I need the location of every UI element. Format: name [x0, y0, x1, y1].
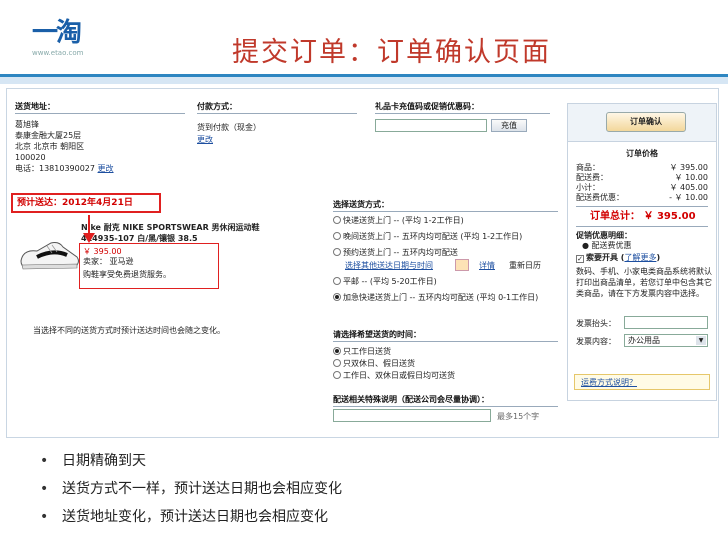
- shipping-option-2[interactable]: 晚间送货上门 -- 五环内均可配送 (平均 1-2工作日): [333, 231, 522, 242]
- title-divider: [0, 74, 728, 84]
- radio-icon[interactable]: [333, 248, 341, 256]
- checkbox-icon[interactable]: [576, 255, 584, 263]
- time-option-3[interactable]: 工作日、双休日或假日均可送货: [333, 370, 455, 381]
- invoice-learn-more-link[interactable]: 了解更多: [624, 253, 656, 262]
- chevron-down-icon[interactable]: ▼: [696, 336, 706, 345]
- address-phone: 电话：13810390027 更改: [15, 163, 114, 174]
- address-city: 北京 北京市 朝阳区: [15, 142, 85, 151]
- gift-code-input[interactable]: [375, 119, 487, 132]
- invoice-content-value: 办公用品: [628, 336, 660, 345]
- product-promo: 购鞋享受免费退货服务。: [83, 270, 171, 279]
- shipping-option-3[interactable]: 预约送货上门 -- 五环内均可配送: [333, 247, 458, 258]
- special-instructions-input[interactable]: [333, 409, 491, 422]
- address-building: 泰康金融大厦25层: [15, 131, 82, 140]
- shipping-note: 当选择不同的送货方式时预计送达时间也会随之变化。: [33, 326, 225, 335]
- phone-text: 电话：13810390027: [15, 164, 95, 173]
- time-option-2[interactable]: 只双休日、假日送货: [333, 358, 415, 369]
- order-total: 订单总计： ￥ 395.00: [590, 211, 696, 222]
- divider: [197, 113, 357, 114]
- tip-box: 运费方式说明？: [574, 374, 710, 390]
- shipping-header: 选择送货方式：: [333, 200, 389, 209]
- divider: [375, 113, 550, 114]
- divider: [333, 341, 558, 342]
- divider: [15, 113, 185, 114]
- order-confirm-screenshot: 送货地址： 葛旭锋 泰康金融大厦25层 北京 北京市 朝阳区 100020 电话…: [6, 88, 719, 438]
- invoice-content-select[interactable]: 办公用品 ▼: [624, 334, 708, 347]
- invoice-content-label: 发票内容：: [576, 337, 616, 346]
- bullet-item: 送货地址变化，预计送达日期也会相应变化: [40, 508, 342, 526]
- radio-icon[interactable]: [333, 359, 341, 367]
- line-value-discount: - ￥ 10.00: [669, 193, 708, 202]
- shipping-option-5[interactable]: 加急快递送货上门 -- 五环内均可配送 (平均 0-1工作日): [333, 292, 558, 303]
- order-summary-panel: 订单确认 订单价格 商品： ￥ 395.00 配送费： ￥ 10.00 小计： …: [567, 103, 717, 401]
- arrow-annotations: [83, 215, 95, 243]
- confirm-area: 订单确认: [568, 104, 716, 142]
- address-header: 送货地址：: [15, 102, 55, 111]
- address-change-link[interactable]: 更改: [98, 164, 114, 173]
- invoice-title-label: 发票抬头：: [576, 319, 616, 328]
- line-label-discount: 配送费优惠：: [576, 193, 624, 202]
- radio-icon[interactable]: [333, 277, 341, 285]
- address-name: 葛旭锋: [15, 120, 39, 129]
- payment-change-link[interactable]: 更改: [197, 134, 213, 145]
- char-limit-note: 最多15个字: [497, 412, 540, 421]
- address-zip: 100020: [15, 153, 46, 162]
- shipping-option-1[interactable]: 快递送货上门 -- (平均 1-2工作日): [333, 215, 464, 226]
- order-confirm-button[interactable]: 订单确认: [606, 112, 686, 132]
- divider: [576, 206, 708, 207]
- bullet-item: 送货方式不一样，预计送达日期也会相应变化: [40, 480, 342, 498]
- etao-logo: 一淘 www.etao.com: [32, 18, 96, 64]
- logo-url: www.etao.com: [32, 49, 84, 57]
- promo-item: ● 配送费优惠: [582, 241, 632, 250]
- shipping-tip-link[interactable]: 运费方式说明？: [581, 377, 637, 388]
- price-header: 订单价格: [626, 149, 658, 158]
- shipping-option-4[interactable]: 平邮 -- (平均 5-20工作日): [333, 276, 437, 287]
- invoice-title-input[interactable]: [624, 316, 708, 329]
- bullet-list: 日期精确到天 送货方式不一样，预计送达日期也会相应变化 送货地址变化，预计送达日…: [40, 452, 342, 536]
- product-seller: 卖家： 亚马逊: [83, 257, 134, 266]
- estimated-delivery: 预计送达：2012年4月21日: [17, 198, 133, 208]
- logo-mark: 一淘: [32, 18, 82, 48]
- divider: [333, 211, 558, 212]
- radio-icon[interactable]: [333, 216, 341, 224]
- invoice-option[interactable]: 索要开具 (了解更多): [576, 252, 660, 263]
- radio-icon[interactable]: [333, 232, 341, 240]
- radio-icon[interactable]: [333, 293, 341, 301]
- time-option-1[interactable]: 只工作日送货: [333, 346, 391, 357]
- slide-title: 提交订单：订单确认页面: [232, 37, 551, 68]
- bullet-item: 日期精确到天: [40, 452, 342, 470]
- divider: [576, 226, 708, 227]
- calendar-reset[interactable]: 重新日历: [509, 260, 541, 271]
- payment-method: 货到付款（现金）: [197, 123, 261, 132]
- radio-icon[interactable]: [333, 371, 341, 379]
- gift-code-header: 礼品卡充值码或促销优惠码：: [375, 102, 479, 111]
- divider: [333, 406, 558, 407]
- delivery-time-header: 请选择希望送货的时间：: [333, 330, 421, 339]
- payment-header: 付款方式：: [197, 102, 237, 111]
- radio-icon[interactable]: [333, 347, 341, 355]
- calendar-detail-link[interactable]: 详情: [479, 260, 495, 271]
- gift-apply-button[interactable]: 充值: [491, 119, 527, 132]
- calendar-link[interactable]: 选择其他送达日期与时间: [345, 260, 433, 271]
- invoice-note: 数码、手机、小家电类商品系统将默认打印出商品清单，若您订单中包含其它类商品，请在…: [576, 267, 712, 298]
- special-instructions-header: 配送相关特殊说明（配送公司会尽量协调）：: [333, 395, 489, 404]
- calendar-icon[interactable]: [455, 259, 469, 271]
